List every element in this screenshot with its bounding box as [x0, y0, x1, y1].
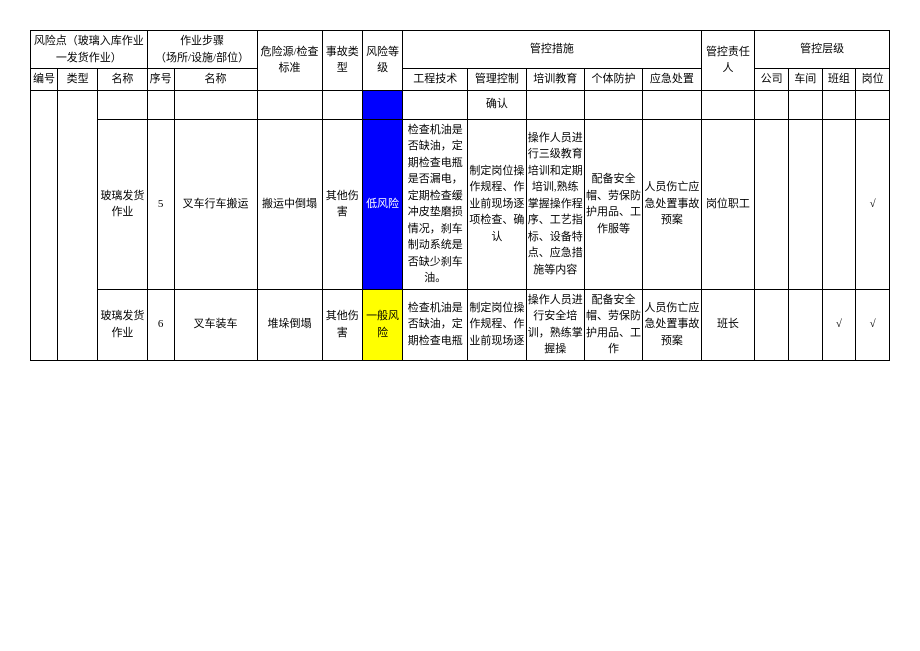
cell-seq: 6	[147, 289, 174, 360]
table-row: 玻璃发货作业 6 叉车装车 堆垛倒塌 其他伤害 一般风险 检查机油是否缺油，定期…	[31, 289, 890, 360]
hdr-company: 公司	[755, 69, 789, 91]
cell-hazard: 堆垛倒塌	[257, 289, 322, 360]
cell-risklevel: 一般风险	[362, 289, 402, 360]
cell-name	[98, 90, 147, 119]
cell-company	[755, 90, 789, 119]
cell-post: √	[856, 289, 890, 360]
cell-team	[822, 119, 856, 289]
cell-hazard: 搬运中倒塌	[257, 119, 322, 289]
hdr-seq: 序号	[147, 69, 174, 91]
cell-hazard	[257, 90, 322, 119]
cell-ppe	[584, 90, 642, 119]
cell-mgmt: 制定岗位操作规程、作业前现场逐项检查、确认	[468, 119, 526, 289]
cell-company	[755, 289, 789, 360]
cell-stepname: 叉车行车搬运	[174, 119, 257, 289]
cell-responsible: 岗位职工	[701, 119, 755, 289]
cell-training: 操作人员进行三级教育培训和定期培训,熟练掌握操作程序、工艺指标、设备特点、应急措…	[526, 119, 584, 289]
cell-emergency: 人员伤亡应急处置事故预案	[643, 119, 701, 289]
cell-post: √	[856, 119, 890, 289]
cell-training	[526, 90, 584, 119]
cell-mgmt: 制定岗位操作规程、作业前现场逐	[468, 289, 526, 360]
hdr-workshop: 车间	[788, 69, 822, 91]
cell-seq	[147, 90, 174, 119]
cell-type	[57, 90, 97, 360]
hdr-engtech: 工程技术	[403, 69, 468, 91]
hdr-no: 编号	[31, 69, 58, 91]
cell-post	[856, 90, 890, 119]
cell-emergency	[643, 90, 701, 119]
hdr-name: 名称	[98, 69, 147, 91]
hdr-responsible: 管控责任人	[701, 31, 755, 91]
table-row: 玻璃发货作业 5 叉车行车搬运 搬运中倒塌 其他伤害 低风险 检查机油是否缺油，…	[31, 119, 890, 289]
cell-responsible: 班长	[701, 289, 755, 360]
hdr-post: 岗位	[856, 69, 890, 91]
cell-stepname	[174, 90, 257, 119]
hdr-emergency: 应急处置	[643, 69, 701, 91]
cell-accident: 其他伤害	[322, 119, 362, 289]
cell-training: 操作人员进行安全培训，熟练掌握操	[526, 289, 584, 360]
cell-engtech	[403, 90, 468, 119]
cell-emergency: 人员伤亡应急处置事故预案	[643, 289, 701, 360]
hdr-team: 班组	[822, 69, 856, 91]
cell-team: √	[822, 289, 856, 360]
cell-team	[822, 90, 856, 119]
cell-workshop	[788, 90, 822, 119]
cell-stepname: 叉车装车	[174, 289, 257, 360]
cell-engtech: 检查机油是否缺油，定期检查电瓶	[403, 289, 468, 360]
hdr-stepname: 名称	[174, 69, 257, 91]
cell-ppe: 配备安全帽、劳保防护用品、工作服等	[584, 119, 642, 289]
cell-mgmt: 确认	[468, 90, 526, 119]
risk-table: 风险点（玻璃入库作业一发货作业） 作业步骤 （场所/设施/部位） 危险源/检查标…	[30, 30, 890, 361]
cell-name: 玻璃发货作业	[98, 119, 147, 289]
cell-workshop	[788, 119, 822, 289]
cell-workshop	[788, 289, 822, 360]
hdr-measures: 管控措施	[403, 31, 701, 69]
cell-seq: 5	[147, 119, 174, 289]
cell-responsible	[701, 90, 755, 119]
cell-engtech: 检查机油是否缺油，定期检查电瓶是否漏电，定期检查缓冲皮垫磨损情况，刹车制动系统是…	[403, 119, 468, 289]
cell-ppe: 配备安全帽、劳保防护用品、工作	[584, 289, 642, 360]
cell-no	[31, 90, 58, 360]
hdr-type: 类型	[57, 69, 97, 91]
cell-risklevel: 低风险	[362, 119, 402, 289]
hdr-workstep: 作业步骤 （场所/设施/部位）	[147, 31, 257, 69]
hdr-ppe: 个体防护	[584, 69, 642, 91]
cell-accident	[322, 90, 362, 119]
cell-name: 玻璃发货作业	[98, 289, 147, 360]
cell-risklevel	[362, 90, 402, 119]
hdr-accident: 事故类型	[322, 31, 362, 91]
hdr-hazard: 危险源/检查标准	[257, 31, 322, 91]
cell-accident: 其他伤害	[322, 289, 362, 360]
hdr-risklevel: 风险等级	[362, 31, 402, 91]
hdr-ctrllevel: 管控层级	[755, 31, 890, 69]
hdr-riskpoint: 风险点（玻璃入库作业一发货作业）	[31, 31, 148, 69]
hdr-mgmt: 管理控制	[468, 69, 526, 91]
table-row: 确认	[31, 90, 890, 119]
header-row-1: 风险点（玻璃入库作业一发货作业） 作业步骤 （场所/设施/部位） 危险源/检查标…	[31, 31, 890, 69]
hdr-training: 培训教育	[526, 69, 584, 91]
header-row-2: 编号 类型 名称 序号 名称 工程技术 管理控制 培训教育 个体防护 应急处置 …	[31, 69, 890, 91]
cell-company	[755, 119, 789, 289]
